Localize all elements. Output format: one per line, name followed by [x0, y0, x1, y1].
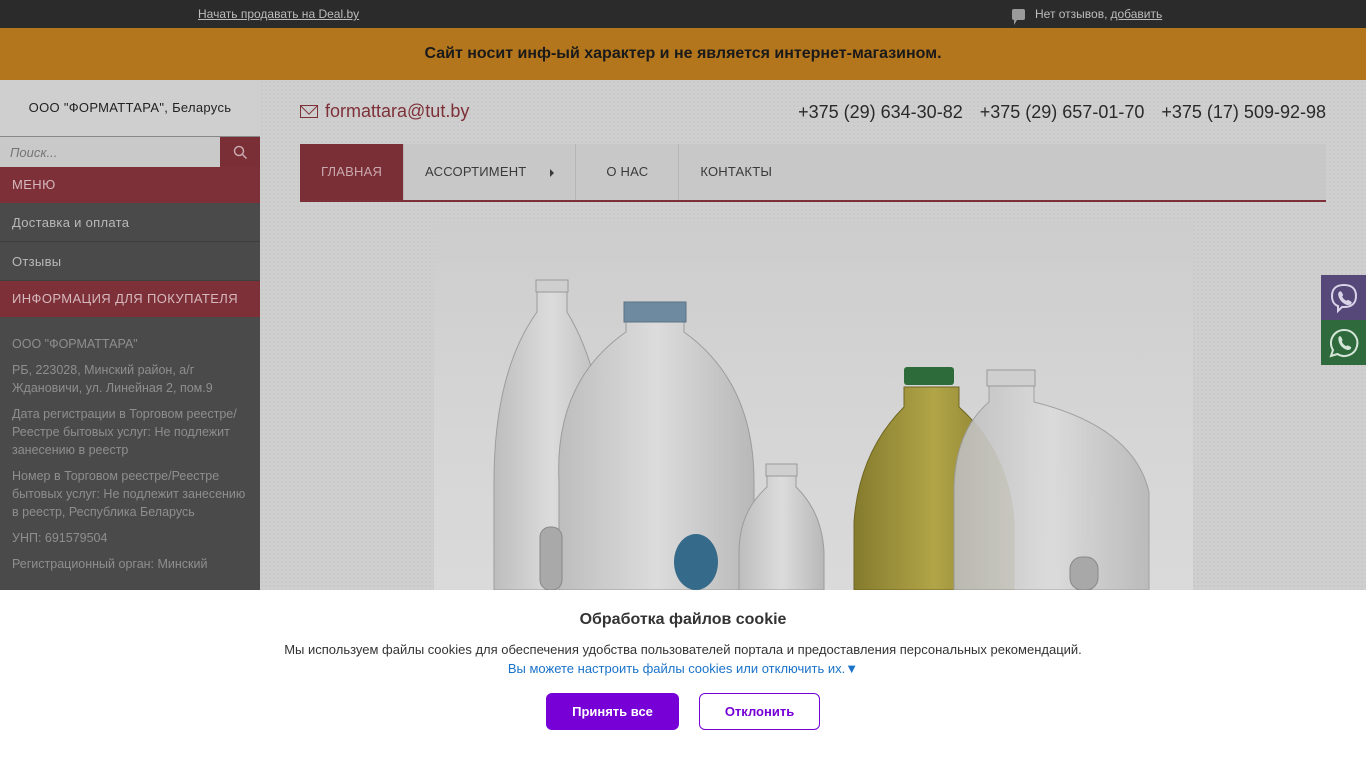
add-review-link[interactable]: добавить — [1110, 7, 1162, 21]
cookie-title: Обработка файлов cookie — [579, 611, 787, 628]
phone-1[interactable]: +375 (29) 634-30-82 — [798, 102, 963, 122]
sidebar-item-reviews[interactable]: Отзывы — [0, 242, 260, 281]
main-nav: ГЛАВНАЯ АССОРТИМЕНТ О НАС КОНТАКТЫ — [300, 144, 1326, 202]
search-bar — [0, 137, 260, 167]
nav-assortment-label: АССОРТИМЕНТ — [425, 164, 527, 179]
nav-assortment[interactable]: АССОРТИМЕНТ — [404, 144, 577, 200]
whatsapp-button[interactable] — [1321, 320, 1366, 365]
buyer-info: ООО "ФОРМАТТАРА" РБ, 223028, Минский рай… — [0, 317, 260, 573]
phone-2[interactable]: +375 (29) 657-01-70 — [980, 102, 1145, 122]
email-contact[interactable]: formattara@tut.by — [300, 101, 469, 122]
nav-home-label: ГЛАВНАЯ — [321, 164, 383, 179]
info-address: РБ, 223028, Минский район, а/г Ждановичи… — [12, 363, 213, 395]
chat-icon — [1012, 8, 1025, 25]
top-bar: Начать продавать на Deal.by Нет отзывов,… — [0, 0, 1366, 28]
info-unp: УНП: 691579504 — [12, 531, 108, 545]
accept-all-button[interactable]: Принять все — [546, 693, 679, 730]
nav-about-label: О НАС — [606, 164, 649, 179]
nav-contacts[interactable]: КОНТАКТЫ — [679, 144, 793, 200]
phone-3[interactable]: +375 (17) 509-92-98 — [1161, 102, 1326, 122]
decline-button[interactable]: Отклонить — [699, 693, 820, 730]
cookie-consent-panel: Обработка файлов cookie Мы используем фа… — [0, 590, 1366, 768]
info-registration-number: Номер в Торговом реестре/Реестре бытовых… — [12, 469, 246, 519]
info-notice-banner: Сайт носит инф-ый характер и не является… — [0, 28, 1366, 80]
cookie-description: Мы используем файлы cookies для обеспече… — [284, 642, 1082, 657]
search-input[interactable] — [0, 137, 220, 167]
hero-image-bottles — [434, 222, 1193, 590]
cookie-configure-link[interactable]: Вы можете настроить файлы cookies или от… — [0, 661, 1366, 676]
bottles-illustration — [493, 279, 1150, 590]
start-selling-link[interactable]: Начать продавать на Deal.by — [198, 7, 359, 21]
sidebar-item-delivery[interactable]: Доставка и оплата — [0, 203, 260, 242]
email-address[interactable]: formattara@tut.by — [325, 101, 469, 122]
cookie-buttons: Принять все Отклонить — [0, 693, 1366, 730]
mail-icon — [300, 105, 318, 118]
search-icon — [233, 145, 247, 159]
info-company: ООО "ФОРМАТТАРА" — [12, 337, 138, 351]
viber-icon — [1330, 283, 1357, 313]
nav-contacts-label: КОНТАКТЫ — [700, 164, 773, 179]
buyer-info-header: ИНФОРМАЦИЯ ДЛЯ ПОКУПАТЕЛЯ — [0, 281, 260, 317]
nav-about[interactable]: О НАС — [576, 144, 680, 200]
chevron-right-icon — [550, 168, 555, 177]
menu-header: МЕНЮ — [0, 167, 260, 203]
nav-home[interactable]: ГЛАВНАЯ — [300, 144, 405, 200]
info-registrar: Регистрационный орган: Минский — [12, 557, 208, 571]
whatsapp-icon — [1328, 328, 1358, 358]
info-registration-date: Дата регистрации в Торговом реестре/Реес… — [12, 407, 237, 457]
search-button[interactable] — [220, 137, 260, 167]
company-name: ООО "ФОРМАТТАРА", Беларусь — [0, 80, 260, 137]
reviews-block: Нет отзывов, добавить — [1012, 7, 1162, 25]
viber-button[interactable] — [1321, 275, 1366, 320]
phone-list: +375 (29) 634-30-82 +375 (29) 657-01-70 … — [786, 102, 1326, 123]
reviews-text: Нет отзывов, — [1035, 7, 1108, 21]
